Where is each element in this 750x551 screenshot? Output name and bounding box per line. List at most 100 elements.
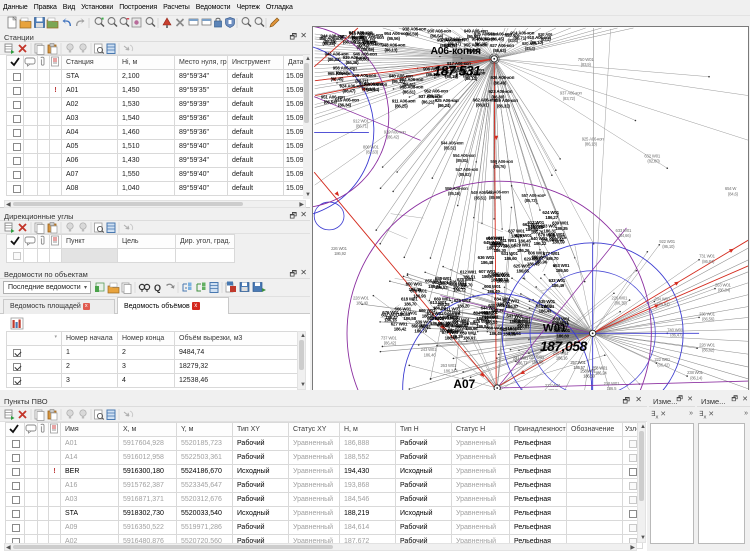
svg-text:186,27: 186,27	[545, 215, 558, 220]
svg-text:186,43: 186,43	[539, 309, 552, 314]
svg-text:186,97: 186,97	[491, 278, 504, 283]
svg-text:(85,73): (85,73)	[525, 198, 538, 203]
svg-text:187,531: 187,531	[434, 63, 481, 79]
svg-text:186,58: 186,58	[403, 316, 416, 321]
svg-text:(86,34): (86,34)	[338, 103, 351, 108]
svg-text:(82,80): (82,80)	[647, 158, 660, 163]
svg-text:(86,21): (86,21)	[421, 99, 434, 104]
svg-text:(86,71): (86,71)	[356, 124, 369, 129]
svg-text:(86,36): (86,36)	[346, 60, 359, 65]
svg-text:(86,13): (86,13)	[385, 48, 398, 53]
svg-text:186,68: 186,68	[532, 359, 544, 364]
svg-text:186,69: 186,69	[497, 301, 510, 306]
svg-text:(86,61): (86,61)	[403, 82, 416, 87]
svg-text:186,53: 186,53	[435, 285, 448, 290]
svg-text:186,70: 186,70	[460, 282, 473, 287]
svg-text:186,94: 186,94	[541, 304, 554, 309]
svg-text:186,49: 186,49	[552, 283, 565, 288]
svg-text:186,344: 186,344	[443, 368, 458, 373]
svg-text:(83,4): (83,4)	[508, 38, 518, 43]
svg-text:186,60: 186,60	[583, 373, 595, 378]
svg-text:186,42: 186,42	[394, 327, 407, 332]
svg-text:(86,25): (86,25)	[395, 103, 408, 108]
svg-text:(86,84): (86,84)	[718, 288, 731, 293]
svg-text:(86,42): (86,42)	[387, 135, 400, 140]
svg-text:186,92: 186,92	[334, 251, 347, 256]
svg-text:(85,51): (85,51)	[444, 146, 457, 151]
svg-text:(86,91): (86,91)	[657, 302, 670, 307]
svg-text:(83,4): (83,4)	[541, 37, 551, 42]
svg-text:(86,42): (86,42)	[657, 362, 670, 367]
svg-text:(86,47): (86,47)	[670, 333, 683, 338]
svg-text:186,40: 186,40	[356, 301, 369, 306]
svg-text:(86,56): (86,56)	[387, 36, 400, 41]
svg-text:186,46: 186,46	[409, 287, 422, 292]
svg-text:(85,51): (85,51)	[474, 195, 487, 200]
svg-text:(86,24): (86,24)	[438, 103, 451, 108]
svg-text:186,16: 186,16	[556, 355, 568, 360]
svg-text:(86,45): (86,45)	[491, 37, 504, 42]
svg-text:(86,83): (86,83)	[328, 57, 341, 62]
svg-text:(86,14): (86,14)	[690, 375, 703, 380]
svg-text:186,93: 186,93	[413, 294, 426, 299]
svg-text:(85,82): (85,82)	[458, 172, 471, 177]
svg-text:(86,32): (86,32)	[497, 103, 510, 108]
svg-text:186,48: 186,48	[481, 260, 494, 265]
svg-text:(85,99): (85,99)	[489, 195, 502, 200]
svg-text:(83,9): (83,9)	[581, 62, 592, 67]
svg-text:(86,91): (86,91)	[476, 102, 489, 107]
svg-text:186,29: 186,29	[450, 334, 463, 339]
svg-text:(86,61): (86,61)	[403, 90, 416, 95]
svg-text:(86,18): (86,18)	[585, 142, 598, 147]
svg-text:А06-копия: А06-копия	[431, 46, 481, 57]
svg-text:(86,49): (86,49)	[361, 47, 374, 52]
svg-text:(83,4): (83,4)	[525, 46, 535, 51]
svg-text:(86,45): (86,45)	[331, 76, 344, 81]
svg-text:(86,62): (86,62)	[702, 347, 715, 352]
svg-text:186,26: 186,26	[517, 248, 530, 253]
svg-text:(86,47): (86,47)	[343, 88, 356, 93]
svg-text:(85,81): (85,81)	[456, 158, 469, 163]
svg-text:(82,63): (82,63)	[366, 150, 379, 155]
svg-text:186,19: 186,19	[503, 332, 516, 337]
svg-text:(86,42): (86,42)	[384, 340, 397, 345]
svg-text:(86,10): (86,10)	[662, 244, 675, 249]
svg-text:(84,6): (84,6)	[728, 191, 739, 196]
svg-text:Q: Q	[154, 283, 161, 293]
svg-text:W01: W01	[543, 322, 567, 334]
svg-text:186,37: 186,37	[491, 308, 504, 313]
svg-text:(86,27): (86,27)	[427, 94, 440, 99]
svg-text:(86,80): (86,80)	[492, 94, 505, 99]
svg-text:(86,85): (86,85)	[324, 39, 337, 44]
svg-text:(86,98): (86,98)	[467, 34, 480, 39]
svg-text:(86,14): (86,14)	[343, 40, 356, 45]
svg-text:(85,16): (85,16)	[448, 191, 461, 196]
svg-text:(86,54): (86,54)	[366, 87, 379, 92]
svg-text:186,80: 186,80	[517, 322, 530, 327]
svg-text:186,91: 186,91	[463, 335, 476, 340]
svg-text:(86,84): (86,84)	[702, 259, 715, 264]
svg-text:(86,43): (86,43)	[362, 38, 375, 43]
svg-text:186,79: 186,79	[414, 329, 427, 334]
svg-text:186,70: 186,70	[546, 256, 559, 261]
svg-text:186,35: 186,35	[555, 226, 568, 231]
svg-text:186,82: 186,82	[476, 316, 489, 321]
svg-text:(85,76): (85,76)	[493, 164, 506, 169]
svg-text:186,24: 186,24	[595, 371, 607, 376]
svg-text:(86,63): (86,63)	[493, 48, 506, 53]
svg-text:186,70: 186,70	[404, 301, 417, 306]
svg-text:(86,54): (86,54)	[430, 34, 443, 39]
svg-text:186,65: 186,65	[516, 268, 529, 273]
svg-text:186,46: 186,46	[424, 352, 437, 357]
svg-text:186,77: 186,77	[516, 360, 528, 365]
svg-text:186,72: 186,72	[430, 316, 443, 321]
svg-text:(86,56): (86,56)	[702, 317, 715, 322]
svg-text:(86,35): (86,35)	[615, 301, 628, 306]
svg-text:186,50: 186,50	[556, 268, 569, 273]
svg-text:186,76: 186,76	[531, 229, 544, 234]
svg-text:186,40: 186,40	[487, 289, 500, 294]
svg-text:(84,66): (84,66)	[619, 233, 632, 238]
svg-text:(86,59): (86,59)	[405, 32, 418, 37]
svg-text:186,60: 186,60	[504, 256, 517, 261]
svg-text:(86,49): (86,49)	[493, 80, 506, 85]
